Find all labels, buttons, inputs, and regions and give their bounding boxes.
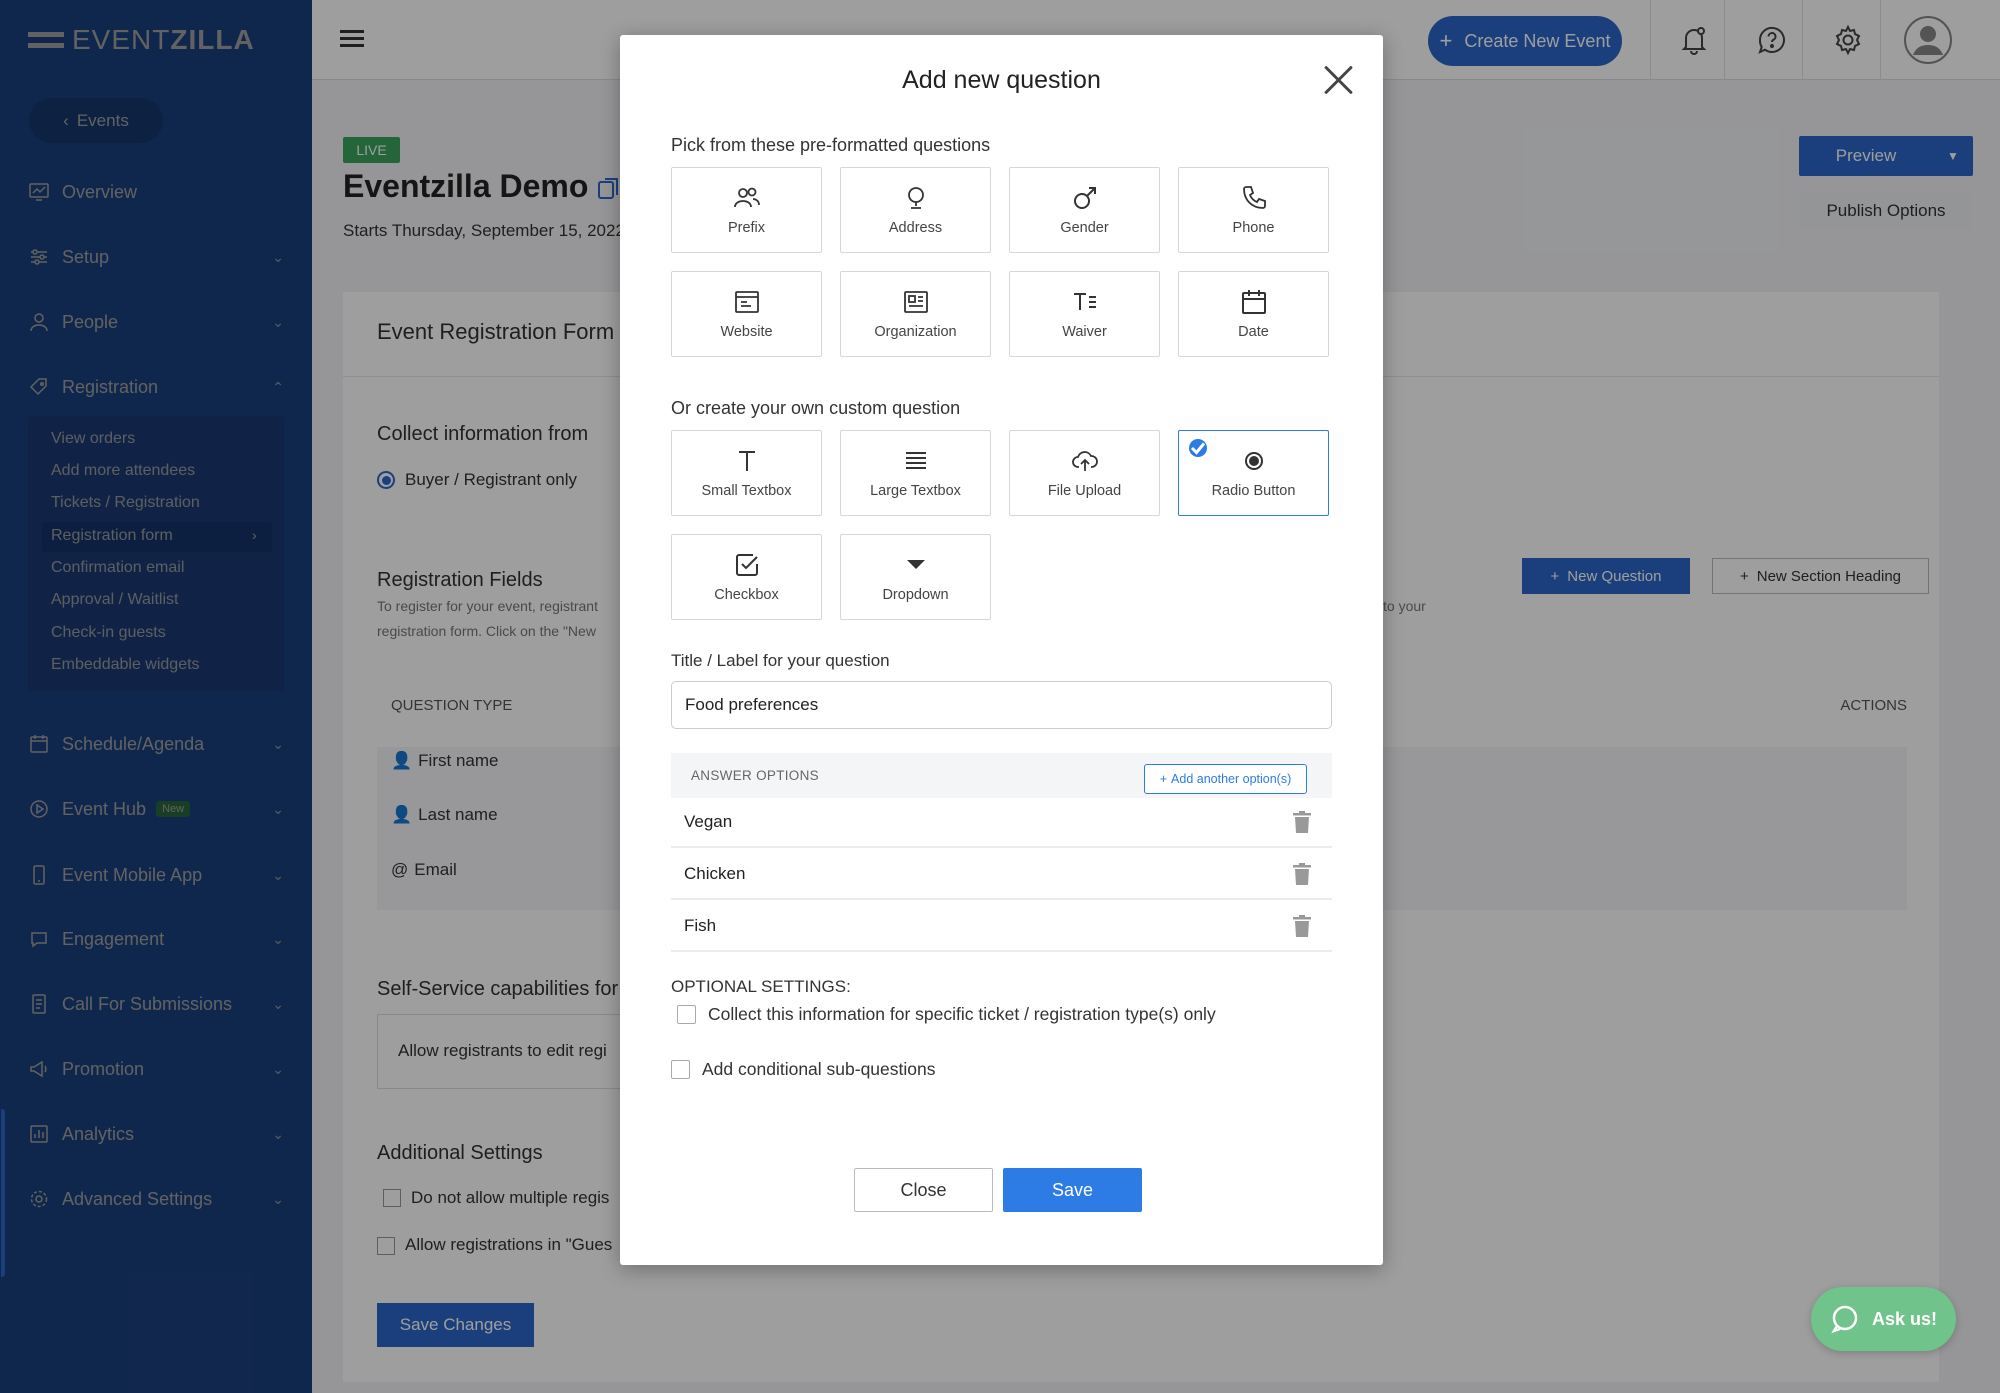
tile-radio-button[interactable]: Radio Button — [1178, 430, 1329, 516]
tile-organization[interactable]: Organization — [840, 271, 991, 357]
tile-label: Gender — [1060, 220, 1109, 236]
tile-file-upload[interactable]: File Upload — [1009, 430, 1160, 516]
tile-dropdown[interactable]: Dropdown — [840, 534, 991, 620]
tile-label: Small Textbox — [701, 483, 792, 499]
ask-us-chat-button[interactable]: Ask us! — [1811, 1287, 1956, 1351]
tile-label: Dropdown — [882, 587, 949, 603]
tile-address[interactable]: Address — [840, 167, 991, 253]
question-title-label: Title / Label for your question — [671, 651, 890, 670]
people-icon — [733, 187, 760, 208]
tile-website[interactable]: Website — [671, 271, 822, 357]
checkbox-icon — [735, 554, 758, 576]
add-option-button[interactable]: + Add another option(s) — [1144, 764, 1307, 794]
modal-title: Add new question — [902, 66, 1101, 94]
tile-small-textbox[interactable]: Small Textbox — [671, 430, 822, 516]
tile-label: Prefix — [727, 220, 766, 236]
tile-gender[interactable]: Gender — [1009, 167, 1160, 253]
save-button[interactable]: Save — [1003, 1168, 1142, 1212]
close-icon[interactable] — [1322, 63, 1356, 97]
tile-label: Checkbox — [714, 587, 779, 603]
close-button[interactable]: Close — [854, 1168, 993, 1212]
checkbox[interactable] — [677, 1005, 696, 1024]
tile-label: Phone — [1232, 220, 1275, 236]
trash-icon[interactable] — [1293, 811, 1311, 833]
checkbox[interactable] — [671, 1060, 690, 1079]
tile-label: Waiver — [1062, 324, 1107, 340]
tile-waiver[interactable]: Waiver — [1009, 271, 1160, 357]
newspaper-icon — [903, 291, 928, 313]
question-title-input[interactable] — [671, 681, 1332, 729]
tile-label: Website — [720, 324, 773, 340]
tile-label: Organization — [874, 324, 957, 340]
answer-option-text: Chicken — [684, 864, 746, 883]
browser-icon — [734, 291, 759, 313]
gender-icon — [1073, 187, 1096, 209]
t-icon — [738, 451, 755, 471]
add-option-label: Add another option(s) — [1171, 772, 1292, 786]
trash-icon[interactable] — [1293, 863, 1311, 885]
specific-ticket-option[interactable]: Collect this information for specific ti… — [677, 1004, 1216, 1025]
tile-label: Date — [1238, 324, 1269, 340]
trash-icon[interactable] — [1293, 915, 1311, 937]
tile-label: File Upload — [1047, 483, 1122, 499]
tile-large-textbox[interactable]: Large Textbox — [840, 430, 991, 516]
tile-date[interactable]: Date — [1178, 271, 1329, 357]
chat-bubble-icon — [1831, 1305, 1858, 1334]
radio-icon — [1244, 452, 1263, 470]
specific-ticket-label: Collect this information for specific ti… — [708, 1004, 1216, 1024]
answer-options-header: ANSWER OPTIONS + Add another option(s) — [671, 753, 1332, 798]
tile-label: Radio Button — [1211, 483, 1296, 499]
answer-option-text: Vegan — [684, 812, 733, 831]
tile-label: Large Textbox — [870, 483, 961, 499]
tile-label: Address — [888, 220, 943, 236]
phone-icon — [1242, 186, 1266, 209]
preformatted-label: Pick from these pre-formatted questions — [671, 135, 991, 155]
calendar-icon — [1241, 290, 1266, 314]
tile-phone[interactable]: Phone — [1178, 167, 1329, 253]
answer-option-row[interactable]: Fish — [671, 902, 1332, 952]
tile-prefix[interactable]: Prefix — [671, 167, 822, 253]
caret-down-icon — [906, 560, 925, 569]
add-question-modal: Add new question Pick from these pre-for… — [620, 35, 1383, 1265]
cloud-upload-icon — [1071, 451, 1098, 471]
checkmark-icon — [1189, 439, 1207, 457]
pin-icon — [907, 187, 924, 209]
optional-settings-label: OPTIONAL SETTINGS: — [671, 977, 851, 996]
answer-option-row[interactable]: Vegan — [671, 798, 1332, 848]
custom-question-label: Or create your own custom question — [671, 398, 961, 418]
text-icon — [1073, 293, 1096, 310]
conditional-subquestions-label: Add conditional sub-questions — [702, 1059, 936, 1079]
lines-icon — [905, 452, 926, 469]
answer-option-row[interactable]: Chicken — [671, 850, 1332, 900]
answer-options-label: ANSWER OPTIONS — [691, 768, 819, 783]
ask-us-label: Ask us! — [1871, 1308, 1938, 1329]
answer-option-text: Fish — [684, 916, 717, 935]
plus-icon: + — [1159, 772, 1168, 786]
conditional-subquestions-option[interactable]: Add conditional sub-questions — [671, 1059, 936, 1080]
tile-checkbox[interactable]: Checkbox — [671, 534, 822, 620]
